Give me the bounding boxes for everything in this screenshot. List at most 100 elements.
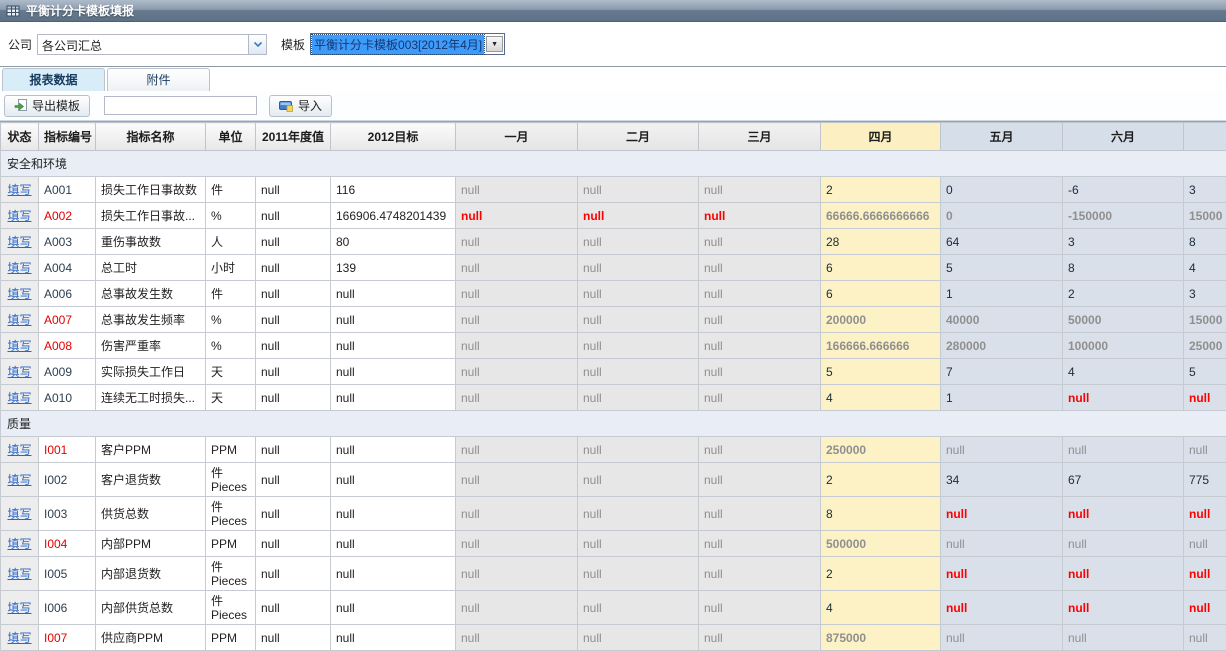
unit-cell: 件 bbox=[206, 281, 256, 307]
fill-link[interactable]: 填写 bbox=[7, 287, 31, 301]
year-2011-cell: null bbox=[256, 557, 331, 591]
tab-report-data[interactable]: 报表数据 bbox=[2, 68, 105, 91]
month-value-cell: null bbox=[1184, 591, 1226, 625]
month-value-cell: null bbox=[1063, 437, 1184, 463]
indicator-code-cell: A003 bbox=[39, 229, 96, 255]
month-value-cell: null bbox=[578, 591, 699, 625]
column-header-8[interactable]: 三月 bbox=[699, 123, 821, 151]
month-value-cell: null bbox=[456, 531, 578, 557]
target-2012-cell: null bbox=[331, 591, 456, 625]
month-value-cell: null bbox=[1184, 385, 1226, 411]
status-cell: 填写 bbox=[1, 229, 39, 255]
indicator-name-cell: 总工时 bbox=[96, 255, 206, 281]
month-value-cell: 1 bbox=[941, 385, 1063, 411]
indicator-code-cell: A008 bbox=[39, 333, 96, 359]
fill-link[interactable]: 填写 bbox=[7, 339, 31, 353]
fill-link[interactable]: 填写 bbox=[7, 313, 31, 327]
month-value-cell: null bbox=[699, 591, 821, 625]
month-value-cell: null bbox=[699, 531, 821, 557]
month-value-cell: null bbox=[578, 385, 699, 411]
fill-link[interactable]: 填写 bbox=[7, 537, 31, 551]
column-header-7[interactable]: 二月 bbox=[578, 123, 699, 151]
column-header-11[interactable]: 六月 bbox=[1063, 123, 1184, 151]
column-header-3[interactable]: 单位 bbox=[206, 123, 256, 151]
column-header-1[interactable]: 指标编号 bbox=[39, 123, 96, 151]
column-header-9[interactable]: 四月 bbox=[821, 123, 941, 151]
fill-link[interactable]: 填写 bbox=[7, 601, 31, 615]
month-value-cell: null bbox=[456, 497, 578, 531]
indicator-name-cell: 内部PPM bbox=[96, 531, 206, 557]
column-header-0[interactable]: 状态 bbox=[1, 123, 39, 151]
fill-link[interactable]: 填写 bbox=[7, 631, 31, 645]
tab-attachments[interactable]: 附件 bbox=[107, 68, 210, 91]
company-combobox[interactable]: 各公司汇总 bbox=[37, 34, 267, 55]
fill-link[interactable]: 填写 bbox=[7, 235, 31, 249]
indicator-row: 填写I003供货总数件Piecesnullnullnullnullnull8nu… bbox=[1, 497, 1226, 531]
import-button[interactable]: 导入 bbox=[269, 95, 332, 117]
column-header-4[interactable]: 2011年度值 bbox=[256, 123, 331, 151]
fill-link[interactable]: 填写 bbox=[7, 183, 31, 197]
month-value-cell: 5 bbox=[1184, 359, 1226, 385]
export-button-label: 导出模板 bbox=[32, 97, 80, 114]
column-header-12[interactable] bbox=[1184, 123, 1226, 151]
month-value-cell: null bbox=[699, 255, 821, 281]
template-label: 模板 bbox=[281, 36, 305, 53]
month-value-cell: null bbox=[578, 281, 699, 307]
month-value-cell: null bbox=[1063, 385, 1184, 411]
indicator-name-cell: 实际损失工作日 bbox=[96, 359, 206, 385]
month-value-cell: 5 bbox=[821, 359, 941, 385]
month-value-cell: null bbox=[456, 385, 578, 411]
month-value-cell: null bbox=[699, 437, 821, 463]
status-cell: 填写 bbox=[1, 333, 39, 359]
column-header-2[interactable]: 指标名称 bbox=[96, 123, 206, 151]
year-2011-cell: null bbox=[256, 203, 331, 229]
target-2012-cell: 166906.4748201439 bbox=[331, 203, 456, 229]
status-cell: 填写 bbox=[1, 281, 39, 307]
fill-link[interactable]: 填写 bbox=[7, 443, 31, 457]
chevron-down-icon[interactable] bbox=[248, 35, 266, 54]
unit-cell: PPM bbox=[206, 531, 256, 557]
fill-link[interactable]: 填写 bbox=[7, 365, 31, 379]
fill-link[interactable]: 填写 bbox=[7, 567, 31, 581]
import-icon bbox=[279, 99, 294, 112]
indicator-row: 填写I002客户退货数件Piecesnullnullnullnullnull23… bbox=[1, 463, 1226, 497]
status-cell: 填写 bbox=[1, 177, 39, 203]
import-file-input[interactable] bbox=[104, 96, 257, 115]
month-value-cell: null bbox=[456, 359, 578, 385]
indicator-code-cell: A010 bbox=[39, 385, 96, 411]
column-header-5[interactable]: 2012目标 bbox=[331, 123, 456, 151]
template-select[interactable]: 平衡计分卡模板003[2012年4月] ▼ bbox=[310, 33, 505, 55]
year-2011-cell: null bbox=[256, 281, 331, 307]
group-row: 安全和环境 bbox=[1, 151, 1226, 177]
unit-cell: 件 bbox=[206, 177, 256, 203]
month-value-cell: null bbox=[456, 177, 578, 203]
dropdown-arrow-icon[interactable]: ▼ bbox=[486, 36, 503, 52]
month-value-cell: 2 bbox=[821, 463, 941, 497]
fill-link[interactable]: 填写 bbox=[7, 209, 31, 223]
scorecard-grid: 状态指标编号指标名称单位2011年度值2012目标一月二月三月四月五月六月安全和… bbox=[0, 121, 1226, 651]
grid-icon bbox=[6, 4, 20, 18]
fill-link[interactable]: 填写 bbox=[7, 507, 31, 521]
month-value-cell: null bbox=[578, 557, 699, 591]
indicator-code-cell: I004 bbox=[39, 531, 96, 557]
month-value-cell: null bbox=[456, 591, 578, 625]
month-value-cell: null bbox=[578, 255, 699, 281]
fill-link[interactable]: 填写 bbox=[7, 473, 31, 487]
column-header-6[interactable]: 一月 bbox=[456, 123, 578, 151]
fill-link[interactable]: 填写 bbox=[7, 261, 31, 275]
month-value-cell: null bbox=[456, 333, 578, 359]
filter-toolbar: 公司 各公司汇总 模板 平衡计分卡模板003[2012年4月] ▼ bbox=[0, 22, 1226, 66]
month-value-cell: null bbox=[578, 307, 699, 333]
month-value-cell: null bbox=[456, 437, 578, 463]
month-value-cell: 3 bbox=[1184, 281, 1226, 307]
month-value-cell: null bbox=[1063, 557, 1184, 591]
year-2011-cell: null bbox=[256, 359, 331, 385]
month-value-cell: null bbox=[578, 359, 699, 385]
column-header-10[interactable]: 五月 bbox=[941, 123, 1063, 151]
export-template-button[interactable]: 导出模板 bbox=[4, 95, 90, 117]
month-value-cell: 6 bbox=[821, 281, 941, 307]
unit-cell: 人 bbox=[206, 229, 256, 255]
month-value-cell: 1 bbox=[941, 281, 1063, 307]
month-value-cell: 25000 bbox=[1184, 333, 1226, 359]
fill-link[interactable]: 填写 bbox=[7, 391, 31, 405]
